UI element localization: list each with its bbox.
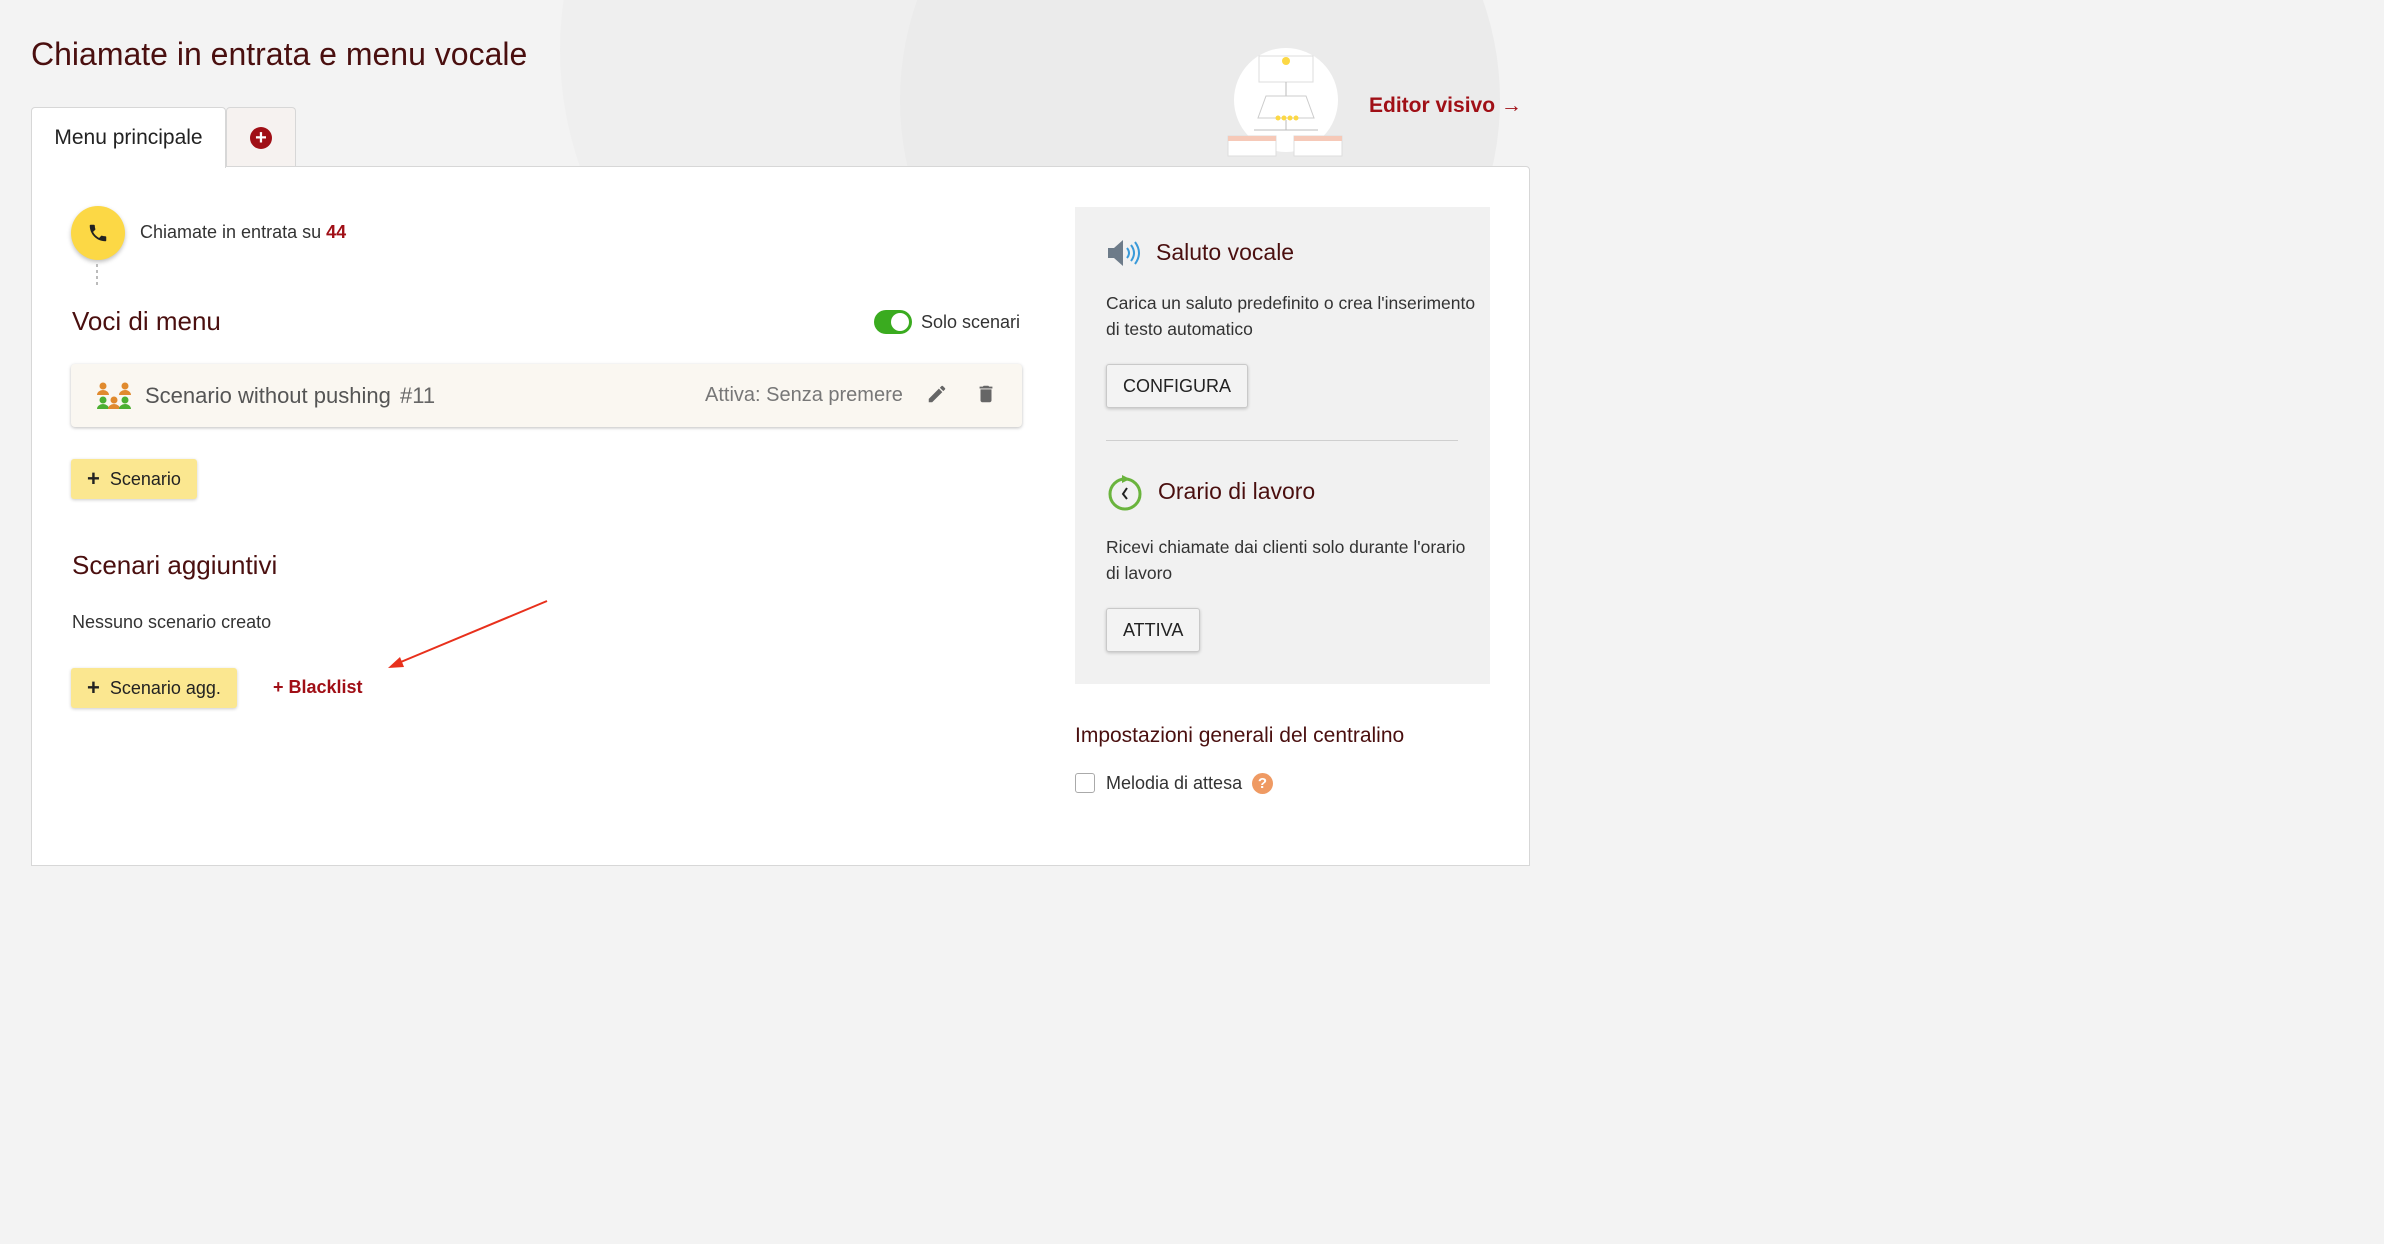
add-additional-scenario-button[interactable]: + Scenario agg. bbox=[71, 668, 237, 708]
add-scenario-label: Scenario bbox=[109, 468, 181, 489]
incoming-label: Chiamate in entrata su bbox=[140, 222, 322, 242]
menu-items-title: Voci di menu bbox=[72, 306, 221, 336]
working-hours-title: Orario di lavoro bbox=[1158, 478, 1316, 504]
voice-greeting-title: Saluto vocale bbox=[1156, 239, 1295, 265]
scenario-card[interactable]: Scenario without pushing #11 Attiva: Sen… bbox=[71, 364, 1022, 427]
toggle-knob bbox=[891, 313, 909, 331]
clock-icon bbox=[1106, 474, 1144, 517]
connector-dots bbox=[96, 264, 98, 288]
annotation-arrow-icon bbox=[380, 596, 552, 677]
scenario-name: Scenario without pushing bbox=[145, 383, 391, 408]
add-scenario-button[interactable]: + Scenario bbox=[71, 459, 197, 499]
tab-add[interactable]: + bbox=[226, 107, 296, 167]
plus-icon: + bbox=[87, 466, 100, 491]
add-circle-icon: + bbox=[250, 126, 272, 149]
plus-icon: + bbox=[87, 675, 100, 700]
blacklist-link[interactable]: + Blacklist bbox=[273, 677, 363, 698]
configure-button[interactable]: CONFIGURA bbox=[1106, 364, 1248, 408]
speaker-icon bbox=[1106, 238, 1142, 273]
edit-pencil-icon[interactable] bbox=[926, 383, 948, 410]
editor-preview-thumbnail[interactable] bbox=[1226, 48, 1346, 158]
page-title: Chiamate in entrata e menu vocale bbox=[31, 36, 528, 72]
additional-scenarios-title: Scenari aggiuntivi bbox=[72, 550, 278, 580]
voice-greeting-description: Carica un saluto predefinito o crea l'in… bbox=[1106, 293, 1476, 339]
tab-main-menu[interactable]: Menu principale bbox=[31, 107, 226, 168]
hold-melody-checkbox[interactable] bbox=[1075, 773, 1095, 793]
add-additional-scenario-label: Scenario agg. bbox=[109, 677, 221, 698]
phone-icon bbox=[71, 206, 125, 260]
incoming-calls-text: Chiamate in entrata su 44 bbox=[140, 222, 346, 243]
scenario-number: #11 bbox=[400, 383, 436, 408]
general-settings-title: Impostazioni generali del centralino bbox=[1075, 724, 1405, 747]
help-question-icon[interactable]: ? bbox=[1252, 773, 1273, 794]
incoming-number-link[interactable]: 44 bbox=[326, 222, 346, 242]
delete-trash-icon[interactable] bbox=[975, 383, 997, 410]
only-scenarios-label: Solo scenari bbox=[921, 312, 1021, 332]
working-hours-description: Ricevi chiamate dai clienti solo durante… bbox=[1106, 537, 1466, 583]
scenario-status: Attiva: Senza premere bbox=[705, 384, 903, 406]
activate-button[interactable]: ATTIVA bbox=[1106, 608, 1201, 652]
visual-editor-link[interactable]: Editor visivo → bbox=[1369, 94, 1522, 118]
only-scenarios-toggle[interactable] bbox=[874, 310, 912, 334]
tab-main-menu-label: Menu principale bbox=[54, 126, 203, 149]
no-scenario-text: Nessuno scenario creato bbox=[72, 612, 272, 632]
hold-melody-label: Melodia di attesa bbox=[1106, 773, 1243, 793]
people-group-icon bbox=[96, 381, 132, 416]
divider bbox=[1106, 440, 1458, 441]
